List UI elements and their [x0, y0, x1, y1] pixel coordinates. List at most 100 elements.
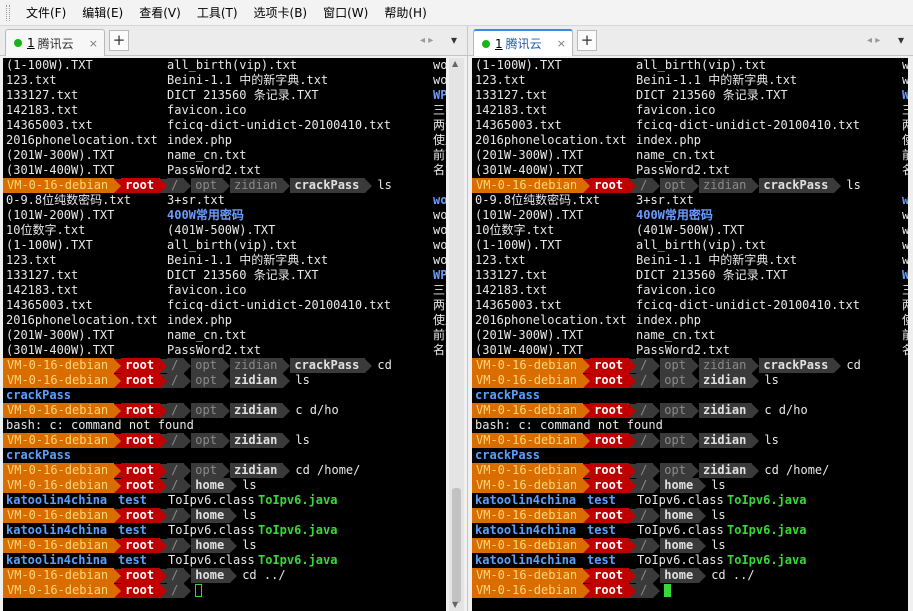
prompt-path-segment: / — [636, 463, 654, 478]
file-name: all_birth(vip).txt — [167, 58, 298, 72]
terminal-file-row: 10位数字.txt (401W-500W).TXT wordl — [472, 223, 908, 238]
powerline-separator — [583, 373, 591, 388]
file-name: ToIpv6.class — [637, 553, 724, 567]
file-name: (401W-500W).TXT — [167, 223, 276, 237]
shell-prompt: VM-0-16-debian root / home ls — [472, 478, 908, 493]
prompt-path-segment: / — [636, 433, 654, 448]
tab-scroll-arrows-icon[interactable]: ◂ ▸ — [867, 35, 880, 46]
tab-list-dropdown-icon[interactable]: ▾ — [451, 33, 457, 47]
terminal-file-row: 133127.txt DICT 213560 条记录.TXT WPA英 — [472, 88, 908, 103]
prompt-hostname: VM-0-16-debian — [472, 583, 584, 598]
tab-title: 腾讯云 — [505, 37, 542, 51]
prompt-path-segment: crackPass — [759, 358, 835, 373]
tab-tencent-cloud-left[interactable]: 1 腾讯云 × — [5, 29, 105, 56]
home-listing: katoolin4china test ToIpv6.class ToIpv6.jav… — [472, 553, 908, 568]
file-name: Beini-1.1 中的新字典.txt — [167, 73, 329, 87]
powerline-separator — [629, 508, 637, 523]
terminal-file-row: (1-100W).TXT all_birth(vip).txt wordl — [472, 58, 908, 73]
terminal-output: bash: c: command not found — [3, 418, 446, 433]
powerline-separator — [583, 568, 591, 583]
terminal-left[interactable]: (1-100W).TXTall_birth(vip).txtwordl123.t… — [3, 58, 446, 611]
menu-view[interactable]: 查看(V) — [131, 0, 189, 26]
file-name: wordl — [902, 58, 908, 72]
terminal-right[interactable]: (1-100W).TXTall_birth(vip).txtwordl123.t… — [472, 58, 908, 611]
prompt-path-segment: opt — [660, 178, 692, 193]
file-name: all_birth(vip).txt — [636, 238, 767, 252]
menu-tabs[interactable]: 选项卡(B) — [246, 0, 316, 26]
powerline-separator — [160, 538, 168, 553]
powerline-separator — [834, 178, 842, 193]
powerline-separator — [184, 463, 192, 478]
file-name: all_birth(vip).txt — [167, 238, 298, 252]
file-name: 使用 — [902, 133, 908, 148]
shell-prompt: VM-0-16-debian root / home ls — [3, 508, 446, 523]
typed-command: ls — [711, 478, 726, 492]
prompt-path-segment: home — [191, 478, 231, 493]
shell-prompt: VM-0-16-debian root / opt zidian crackPass cd — [3, 358, 446, 373]
tab-list-dropdown-icon[interactable]: ▾ — [898, 33, 904, 47]
scrollbar-thumb[interactable] — [452, 488, 461, 603]
powerline-separator — [653, 433, 661, 448]
prompt-path-segment: home — [191, 538, 231, 553]
close-tab-icon[interactable]: × — [557, 37, 566, 50]
directory-name: katoolin4china — [6, 523, 108, 537]
terminal-file-row: (301W-400W).TXT PassWord2.txt 名字 — [472, 163, 908, 178]
file-name: 133127.txt — [475, 88, 548, 102]
file-name: 2016phonelocation.txt — [6, 133, 158, 147]
prompt-path-segment: home — [660, 478, 700, 493]
menu-window[interactable]: 窗口(W) — [315, 0, 376, 26]
file-name: 2016phonelocation.txt — [475, 313, 627, 327]
home-listing: katoolin4china test ToIpv6.class ToIpv6.jav… — [3, 493, 446, 508]
powerline-separator — [583, 358, 591, 373]
scroll-down-icon[interactable]: ▼ — [452, 600, 458, 609]
file-name: (1-100W).TXT — [6, 238, 93, 252]
file-name: all_birth(vip).txt — [636, 58, 767, 72]
menu-help[interactable]: 帮助(H) — [376, 0, 434, 26]
prompt-hostname: VM-0-16-debian — [3, 538, 115, 553]
menu-file[interactable]: 文件(F) — [18, 0, 74, 26]
directory-listing: crackPass — [3, 448, 446, 463]
prompt-path-segment: opt — [660, 433, 692, 448]
tab-tencent-cloud-right[interactable]: 1 腾讯云 × — [473, 29, 573, 56]
prompt-path-segment: / — [167, 538, 185, 553]
file-name: WPA英 — [902, 268, 908, 282]
prompt-path-segment: opt — [191, 358, 223, 373]
add-tab-button[interactable]: + — [577, 30, 597, 51]
shell-prompt: VM-0-16-debian root / — [472, 583, 908, 598]
powerline-separator — [114, 358, 122, 373]
shell-prompt: VM-0-16-debian root / home ls — [3, 538, 446, 553]
prompt-path-segment: zidian — [229, 178, 284, 193]
scroll-up-icon[interactable]: ▲ — [452, 59, 458, 68]
menu-edit[interactable]: 编辑(E) — [74, 0, 131, 26]
powerline-separator — [283, 358, 291, 373]
terminal-file-row: (201W-300W).TXT name_cn.txt 前面 — [472, 148, 908, 163]
prompt-hostname: VM-0-16-debian — [3, 478, 115, 493]
terminal-scrollbar[interactable]: ▲ ▼ — [449, 58, 464, 611]
prompt-path-segment: crackPass — [290, 178, 366, 193]
add-tab-button[interactable]: + — [109, 30, 129, 51]
typed-command: ls — [764, 373, 779, 387]
terminal-file-row: (1-100W).TXT all_birth(vip).txt wordl — [3, 238, 446, 253]
shell-prompt: VM-0-16-debian root / opt zidian ls — [472, 433, 908, 448]
file-name: 123.txt — [6, 253, 57, 267]
prompt-path-segment: zidian — [698, 403, 753, 418]
prompt-user: root — [121, 178, 161, 193]
file-name: PassWord2.txt — [636, 343, 730, 357]
close-tab-icon[interactable]: × — [89, 37, 98, 50]
menu-tools[interactable]: 工具(T) — [189, 0, 246, 26]
prompt-user: root — [590, 358, 630, 373]
directory-name: katoolin4china — [475, 553, 577, 567]
file-name: 两个 — [433, 298, 446, 312]
terminal-file-row: 0-9.8位纯数密码.txt 3+sr.txt wordl — [3, 193, 446, 208]
prompt-path-segment: / — [167, 358, 185, 373]
prompt-user: root — [121, 568, 161, 583]
powerline-separator — [629, 433, 637, 448]
tab-scroll-arrows-icon[interactable]: ◂ ▸ — [420, 35, 433, 46]
file-name: 名字 — [902, 343, 908, 358]
terminal-file-row: (301W-400W).TXT PassWord2.txt 名字 — [3, 343, 446, 358]
powerline-separator — [230, 508, 238, 523]
file-name: wordl — [902, 253, 908, 267]
powerline-separator — [222, 403, 230, 418]
shell-prompt: VM-0-16-debian root / opt zidian c d/ho — [3, 403, 446, 418]
file-name: (101W-200W).TXT — [6, 208, 115, 222]
